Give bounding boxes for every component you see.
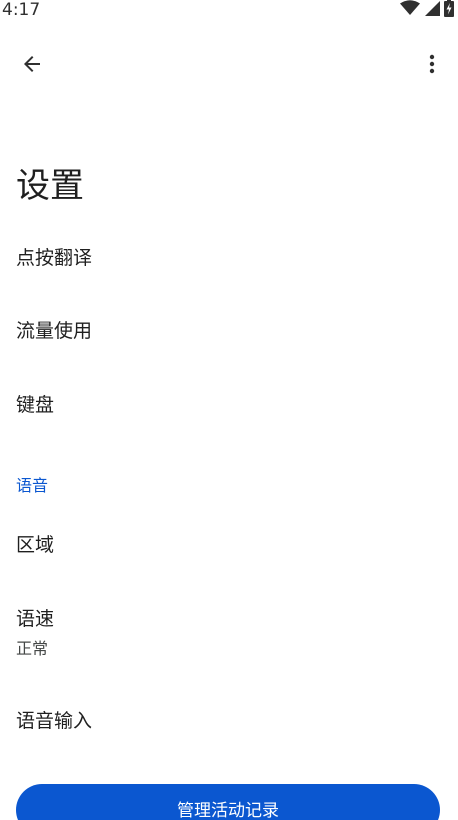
settings-item-summary: 正常 <box>16 639 49 658</box>
section-header-speech: 语音 <box>16 476 49 495</box>
settings-item-title: 语速 <box>16 608 55 630</box>
back-button[interactable] <box>8 42 56 90</box>
settings-item-keyboard[interactable]: 键盘 <box>0 374 458 436</box>
settings-item-title: 语音输入 <box>16 710 93 732</box>
settings-item-region[interactable]: 区域 <box>0 514 458 576</box>
cellular-signal-icon <box>424 0 440 20</box>
app-bar <box>0 40 458 92</box>
more-options-button[interactable] <box>408 42 456 90</box>
settings-item-title: 区域 <box>16 534 55 556</box>
arrow-back-icon <box>20 52 44 80</box>
status-icons <box>400 0 454 21</box>
status-time: 4:17 <box>2 0 41 20</box>
settings-item-tap-to-translate[interactable]: 点按翻译 <box>0 228 458 290</box>
settings-screen: 4:17 设置 点按翻译 流量使用 键盘 语音 区域 语速 正常 语音输入 管理… <box>0 0 458 820</box>
manage-activity-button[interactable]: 管理活动记录 <box>16 784 440 820</box>
page-title: 设置 <box>16 166 84 206</box>
wifi-icon <box>400 0 420 20</box>
more-vert-icon <box>420 52 444 80</box>
settings-item-speech-rate[interactable]: 语速 正常 <box>0 590 458 674</box>
settings-item-title: 键盘 <box>16 394 55 416</box>
settings-item-title: 点按翻译 <box>16 247 93 269</box>
settings-item-voice-input[interactable]: 语音输入 <box>0 690 458 752</box>
settings-item-title: 流量使用 <box>16 320 93 342</box>
battery-charging-icon <box>444 0 454 21</box>
settings-item-data-usage[interactable]: 流量使用 <box>0 301 458 363</box>
status-bar: 4:17 <box>0 0 458 22</box>
